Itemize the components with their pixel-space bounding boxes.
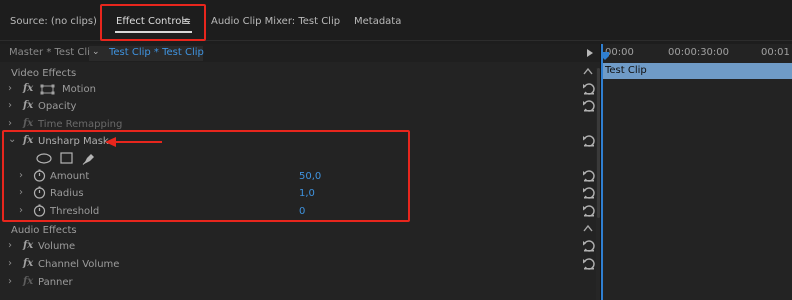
clip-bar-label: Test Clip [605,65,647,76]
tab-source[interactable]: Source: (no clips) [10,14,97,30]
effect-row-panner[interactable]: › fx Panner [0,274,600,291]
fx-icon[interactable]: fx [23,258,33,270]
section-title: Video Effects [11,68,77,79]
effect-row-channel-volume[interactable]: › fx Channel Volume [0,256,600,273]
reset-icon[interactable] [582,257,596,271]
fx-icon: fx [23,276,34,287]
chevron-right-icon[interactable]: › [8,100,12,112]
chevron-right-icon[interactable]: › [8,276,12,288]
effect-label: Opacity [38,101,77,112]
playhead-line[interactable] [601,44,603,300]
effect-row-opacity[interactable]: › fx Opacity [0,98,600,115]
effect-label: Volume [38,241,76,252]
annotation-box-unsharp-mask [2,130,410,222]
reset-icon[interactable] [582,99,596,113]
motion-transform-icon[interactable] [40,84,56,95]
time-tick: 00:01 [761,47,790,58]
reset-icon[interactable] [582,169,596,183]
timeline-area[interactable] [601,44,792,300]
reset-icon[interactable] [582,239,596,253]
reset-icon[interactable] [582,134,596,148]
annotation-box-tab [100,4,206,41]
chevron-right-icon[interactable]: › [8,83,12,95]
fx-icon: fx [23,118,34,129]
annotation-arrow [105,137,162,147]
chevron-down-icon[interactable]: ⌄ [92,47,100,57]
chevron-right-icon[interactable]: › [8,258,12,270]
section-title: Audio Effects [11,225,77,236]
collapse-up-icon[interactable] [583,67,593,75]
fx-icon[interactable]: fx [23,83,33,95]
collapse-up-icon[interactable] [583,224,593,232]
clip-selector-label[interactable]: Test Clip * Test Clip [109,47,204,59]
chevron-right-icon[interactable]: › [8,240,12,252]
effect-label: Motion [62,84,96,95]
chevron-right-icon[interactable]: › [8,118,12,130]
audio-effects-header: Audio Effects [0,222,600,239]
effect-label: Panner [38,277,73,288]
time-ruler[interactable]: 00:00 00:00:30:00 00:01 [601,44,792,62]
video-effects-header: Video Effects [0,65,600,82]
reset-icon[interactable] [582,186,596,200]
tab-audio-clip-mixer[interactable]: Audio Clip Mixer: Test Clip [211,14,340,30]
effect-row-motion[interactable]: › fx Motion [0,81,600,98]
fx-icon[interactable]: fx [23,100,33,112]
play-triangle-icon[interactable] [587,49,593,57]
fx-icon[interactable]: fx [23,240,33,252]
effect-label: Channel Volume [38,259,120,270]
reset-icon[interactable] [582,204,596,218]
tab-metadata[interactable]: Metadata [354,14,401,30]
effect-row-volume[interactable]: › fx Volume [0,238,600,255]
time-tick: 00:00:30:00 [668,47,730,58]
time-tick: 00:00 [605,47,634,58]
reset-icon[interactable] [582,82,596,96]
